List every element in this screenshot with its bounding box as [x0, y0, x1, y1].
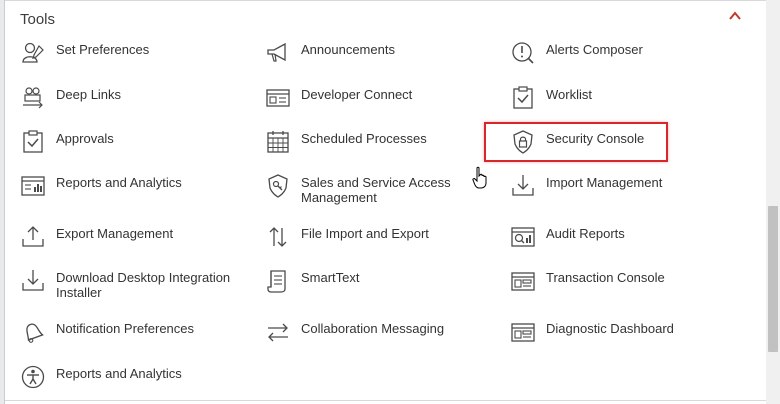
tool-label: Reports and Analytics — [56, 175, 182, 190]
import-tray-icon — [510, 173, 536, 199]
up-down-arrows-icon — [265, 224, 291, 250]
security-console-highlight-box — [484, 122, 668, 162]
tool-label: Export Management — [56, 226, 174, 241]
bell-icon — [20, 319, 46, 345]
tool-label: Deep Links — [56, 87, 122, 102]
chevron-up-icon[interactable] — [727, 9, 743, 23]
tool-sales-and-service-access-management[interactable]: Sales and Service Access Management — [265, 173, 475, 211]
tool-label: File Import and Export — [301, 226, 429, 241]
tool-label: Transaction Console — [546, 270, 665, 285]
tool-label: Diagnostic Dashboard — [546, 321, 674, 336]
tool-approvals[interactable]: Approvals — [20, 129, 220, 157]
clipboard-check-icon — [510, 85, 536, 111]
report-chart-icon — [20, 173, 46, 199]
tool-deep-links[interactable]: Deep Links — [20, 85, 220, 113]
top-divider — [5, 0, 766, 1]
deep-links-icon — [20, 85, 46, 111]
clipboard-check-icon — [20, 129, 46, 155]
tool-reports-and-analytics-2[interactable]: Reports and Analytics — [20, 364, 220, 392]
export-tray-icon — [20, 224, 46, 250]
dashboard-window-icon — [510, 319, 536, 345]
tool-label: Worklist — [546, 87, 592, 102]
alert-composer-icon — [510, 40, 536, 66]
tool-label: Notification Preferences — [56, 321, 195, 336]
tool-label: SmartText — [301, 270, 360, 285]
tool-developer-connect[interactable]: Developer Connect — [265, 85, 465, 113]
tool-file-import-and-export[interactable]: File Import and Export — [265, 224, 465, 252]
tool-label: Announcements — [301, 42, 395, 57]
console-window-icon — [510, 268, 536, 294]
scroll-text-icon — [265, 268, 291, 294]
tool-smarttext[interactable]: SmartText — [265, 268, 465, 296]
tools-panel: Tools Set Preferences Announcements Aler… — [4, 0, 767, 404]
tool-label: Reports and Analytics — [56, 366, 182, 381]
tool-label: Alerts Composer — [546, 42, 643, 57]
tool-transaction-console[interactable]: Transaction Console — [510, 268, 710, 296]
hand-pointer-icon — [471, 166, 491, 190]
tool-alerts-composer[interactable]: Alerts Composer — [510, 40, 710, 68]
tool-collaboration-messaging[interactable]: Collaboration Messaging — [265, 319, 465, 347]
tool-reports-and-analytics[interactable]: Reports and Analytics — [20, 173, 220, 201]
tool-export-management[interactable]: Export Management — [20, 224, 220, 252]
tool-import-management[interactable]: Import Management — [510, 173, 710, 201]
scrollbar-thumb[interactable] — [768, 206, 778, 352]
tool-label: Collaboration Messaging — [301, 321, 445, 336]
download-tray-icon — [20, 268, 46, 294]
tool-notification-preferences[interactable]: Notification Preferences — [20, 319, 220, 347]
tool-label: Scheduled Processes — [301, 131, 427, 146]
tool-download-desktop-integration-installer[interactable]: Download Desktop Integration Installer — [20, 268, 240, 306]
swap-arrows-icon — [265, 319, 291, 345]
calendar-grid-icon — [265, 129, 291, 155]
tool-announcements[interactable]: Announcements — [265, 40, 465, 68]
user-preferences-icon — [20, 40, 46, 66]
tool-scheduled-processes[interactable]: Scheduled Processes — [265, 129, 465, 157]
tool-label: Import Management — [546, 175, 663, 190]
accessibility-person-icon — [20, 364, 46, 390]
megaphone-icon — [265, 40, 291, 66]
developer-connect-icon — [265, 85, 291, 111]
tool-worklist[interactable]: Worklist — [510, 85, 710, 113]
tool-diagnostic-dashboard[interactable]: Diagnostic Dashboard — [510, 319, 710, 347]
vertical-scrollbar[interactable] — [766, 0, 780, 404]
shield-key-icon — [265, 173, 291, 199]
section-title: Tools — [20, 11, 56, 28]
audit-report-icon — [510, 224, 536, 250]
tool-label: Download Desktop Integration Installer — [56, 270, 231, 300]
bottom-divider — [5, 400, 766, 401]
tool-audit-reports[interactable]: Audit Reports — [510, 224, 710, 252]
tool-label: Set Preferences — [56, 42, 150, 57]
tool-label: Sales and Service Access Management — [301, 175, 451, 205]
tool-label: Approvals — [56, 131, 114, 146]
tool-label: Audit Reports — [546, 226, 625, 241]
tool-set-preferences[interactable]: Set Preferences — [20, 40, 220, 68]
tool-label: Developer Connect — [301, 87, 413, 102]
